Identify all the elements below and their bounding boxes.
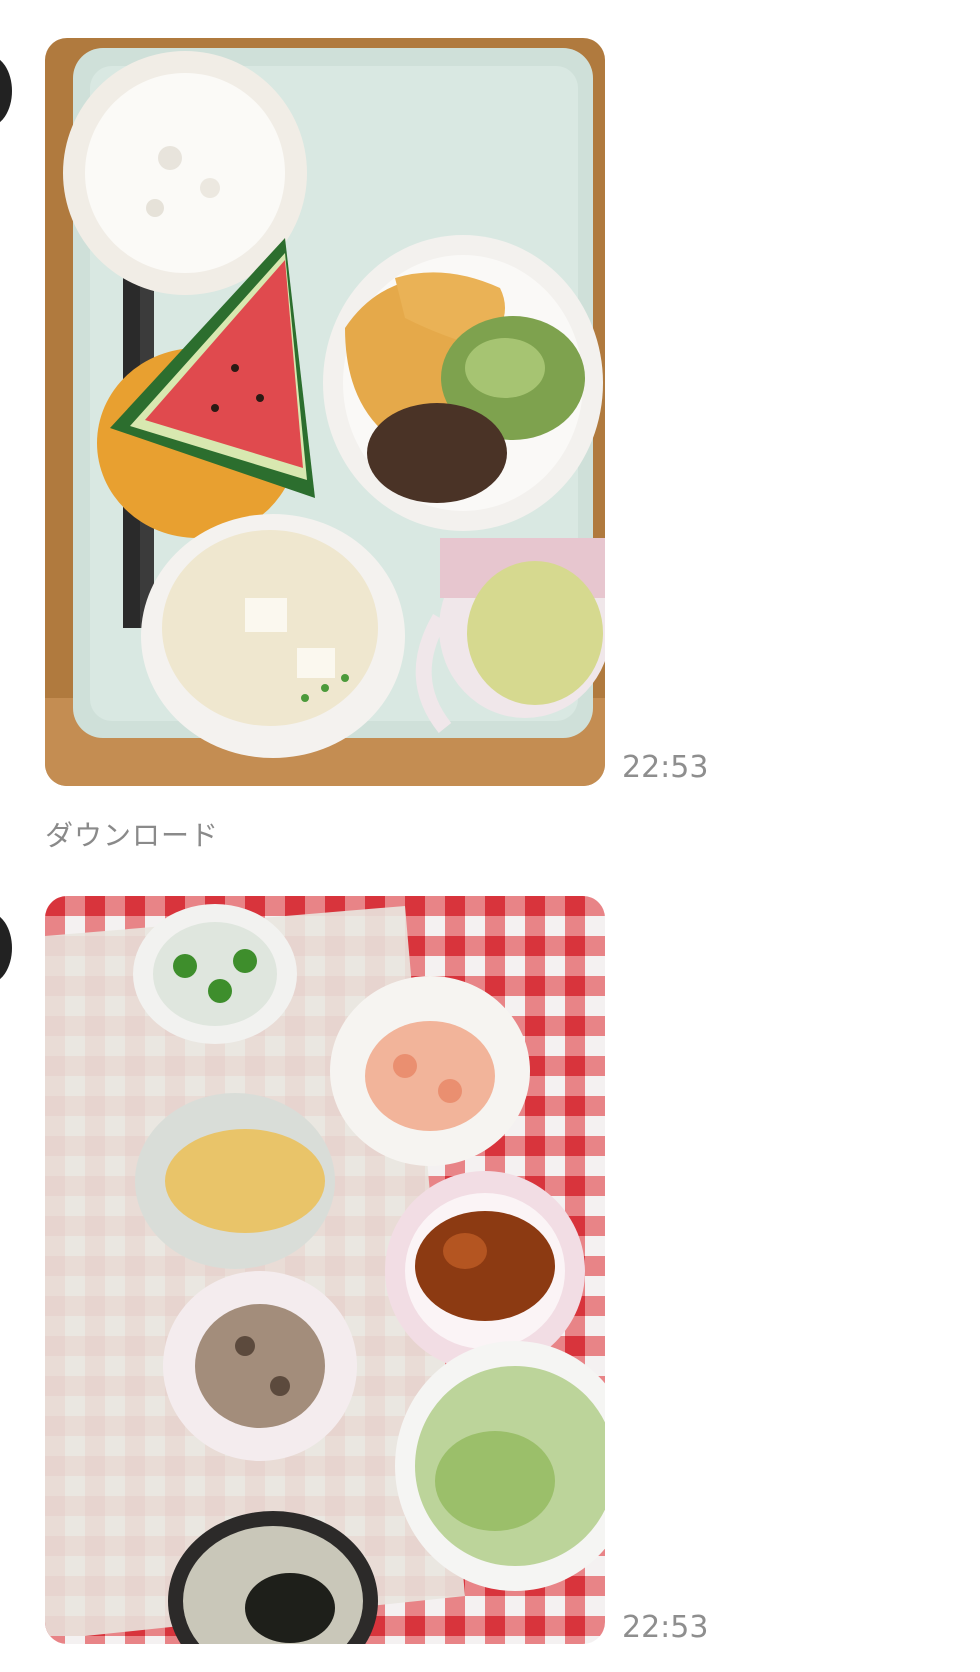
meal-tray-image bbox=[45, 38, 605, 786]
sender-avatar[interactable] bbox=[0, 912, 12, 984]
meal-table-image bbox=[45, 896, 605, 1644]
message-time: 22:53 bbox=[622, 1610, 709, 1645]
download-link[interactable]: ダウンロード bbox=[45, 814, 219, 854]
meal-photo-2[interactable] bbox=[45, 896, 605, 1644]
sender-avatar[interactable] bbox=[0, 55, 12, 127]
meal-photo-1[interactable] bbox=[45, 38, 605, 786]
message-time: 22:53 bbox=[622, 750, 709, 785]
